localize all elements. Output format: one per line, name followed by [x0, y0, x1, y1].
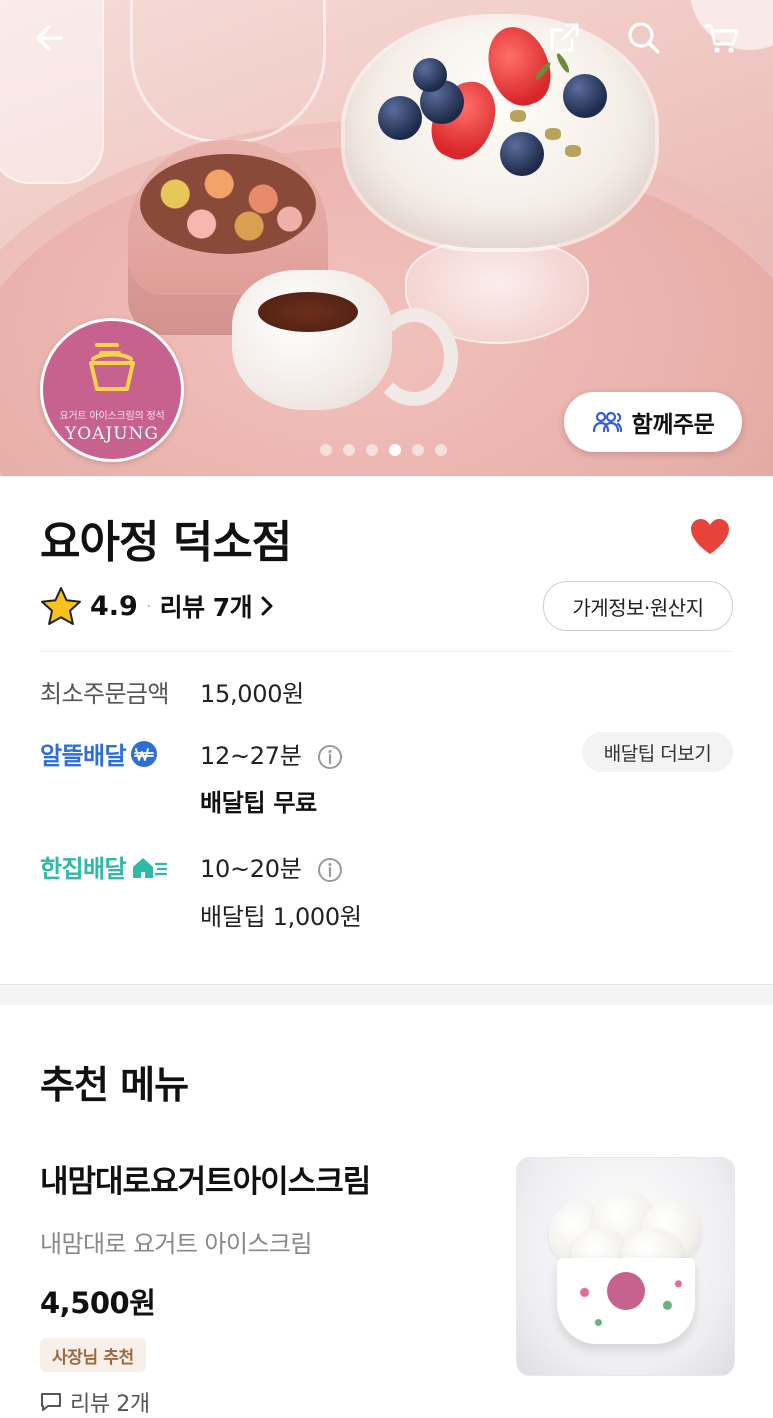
alddeul-time: 12~27분: [200, 742, 302, 770]
hero-blueberry: [563, 74, 607, 118]
favorite-heart-icon[interactable]: [688, 516, 732, 556]
min-order-label: 최소주문금액: [40, 680, 169, 708]
rating-separator-dot: ·: [145, 595, 152, 617]
hanjip-time: 10~20분: [200, 855, 302, 883]
chevron-right-icon: [261, 596, 273, 616]
hero-pistachio: [545, 128, 561, 140]
hero-pistachio: [565, 145, 581, 157]
hero-pistachio: [510, 110, 526, 122]
alddeul-delivery-tip: 배달팁 무료: [200, 789, 317, 817]
carousel-dot[interactable]: [320, 444, 332, 456]
house-speed-icon: [132, 857, 168, 878]
hanjip-delivery-tip: 배달팁 1,000원: [200, 903, 362, 931]
hanjip-label-text: 한집배달: [40, 855, 127, 883]
hero-blueberry: [378, 96, 422, 140]
delivery-tip-more-button[interactable]: 배달팁 더보기: [582, 732, 733, 772]
hero-blueberry: [413, 58, 447, 92]
menu-item-description: 내맘대로 요거트 아이스크림: [40, 1230, 312, 1258]
rating-score: 4.9: [90, 590, 138, 622]
menu-item-name: 내맘대로요거트아이스크림: [40, 1164, 371, 1200]
share-icon[interactable]: [542, 16, 586, 60]
together-order-label: 함께주문: [631, 412, 715, 438]
back-arrow-icon[interactable]: [28, 16, 72, 60]
search-icon[interactable]: [622, 16, 666, 60]
hero-image-carousel[interactable]: 요거트 아이스크림의 정석 YOAJUNG 함께주문: [0, 0, 773, 476]
together-order-button[interactable]: 함께주문: [564, 392, 742, 452]
info-icon[interactable]: [317, 857, 343, 883]
owner-recommend-badge: 사장님 추천: [40, 1338, 146, 1372]
hero-blueberry: [500, 132, 544, 176]
speech-bubble-icon: [41, 1393, 61, 1411]
menu-item-review-count: 리뷰 2개: [70, 1392, 150, 1417]
cart-icon[interactable]: [700, 16, 744, 60]
carousel-dots: [320, 444, 447, 456]
alddeul-label-text: 알뜰배달: [40, 742, 127, 770]
logo-wordmark: YOAJUNG: [64, 424, 160, 444]
menu-item-price: 4,500원: [40, 1286, 156, 1320]
group-people-icon: [592, 411, 622, 433]
carousel-dot[interactable]: [435, 444, 447, 456]
review-count: 리뷰 7개: [159, 593, 253, 622]
carousel-dot-active[interactable]: [389, 444, 401, 456]
hero-wine-glass: [130, 0, 326, 143]
alddeul-delivery-label: 알뜰배달: [40, 736, 158, 771]
min-order-value: 15,000원: [200, 680, 304, 708]
yogurt-cup-icon: [89, 343, 135, 391]
menu-item-review-count-row: 리뷰 2개: [40, 1386, 150, 1418]
menu-item-image: [516, 1157, 735, 1376]
yogurt-cup: [557, 1258, 695, 1344]
store-info-button[interactable]: 가게정보·원산지: [543, 581, 733, 631]
store-logo: 요거트 아이스크림의 정석 YOAJUNG: [40, 318, 184, 462]
won-coin-icon: [130, 740, 157, 767]
star-icon: [41, 587, 81, 625]
recommended-menu-title: 추천 메뉴: [40, 1063, 189, 1107]
rating-reviews-link[interactable]: 4.9 · 리뷰 7개: [40, 586, 274, 626]
hanjip-time-row: 10~20분: [200, 849, 343, 884]
store-name: 요아정 덕소점: [40, 517, 292, 568]
section-divider: [0, 984, 773, 1005]
menu-item-card[interactable]: 내맘대로요거트아이스크림 내맘대로 요거트 아이스크림 4,500원 사장님 추…: [0, 1130, 773, 1417]
divider: [40, 651, 733, 652]
carousel-dot[interactable]: [366, 444, 378, 456]
alddeul-time-row: 12~27분: [200, 736, 343, 771]
logo-tagline: 요거트 아이스크림의 정석: [59, 411, 165, 422]
hero-syrup-jug: [232, 270, 392, 410]
carousel-dot[interactable]: [412, 444, 424, 456]
info-icon[interactable]: [317, 744, 343, 770]
carousel-dot[interactable]: [343, 444, 355, 456]
hanjip-delivery-label: 한집배달: [40, 849, 168, 884]
